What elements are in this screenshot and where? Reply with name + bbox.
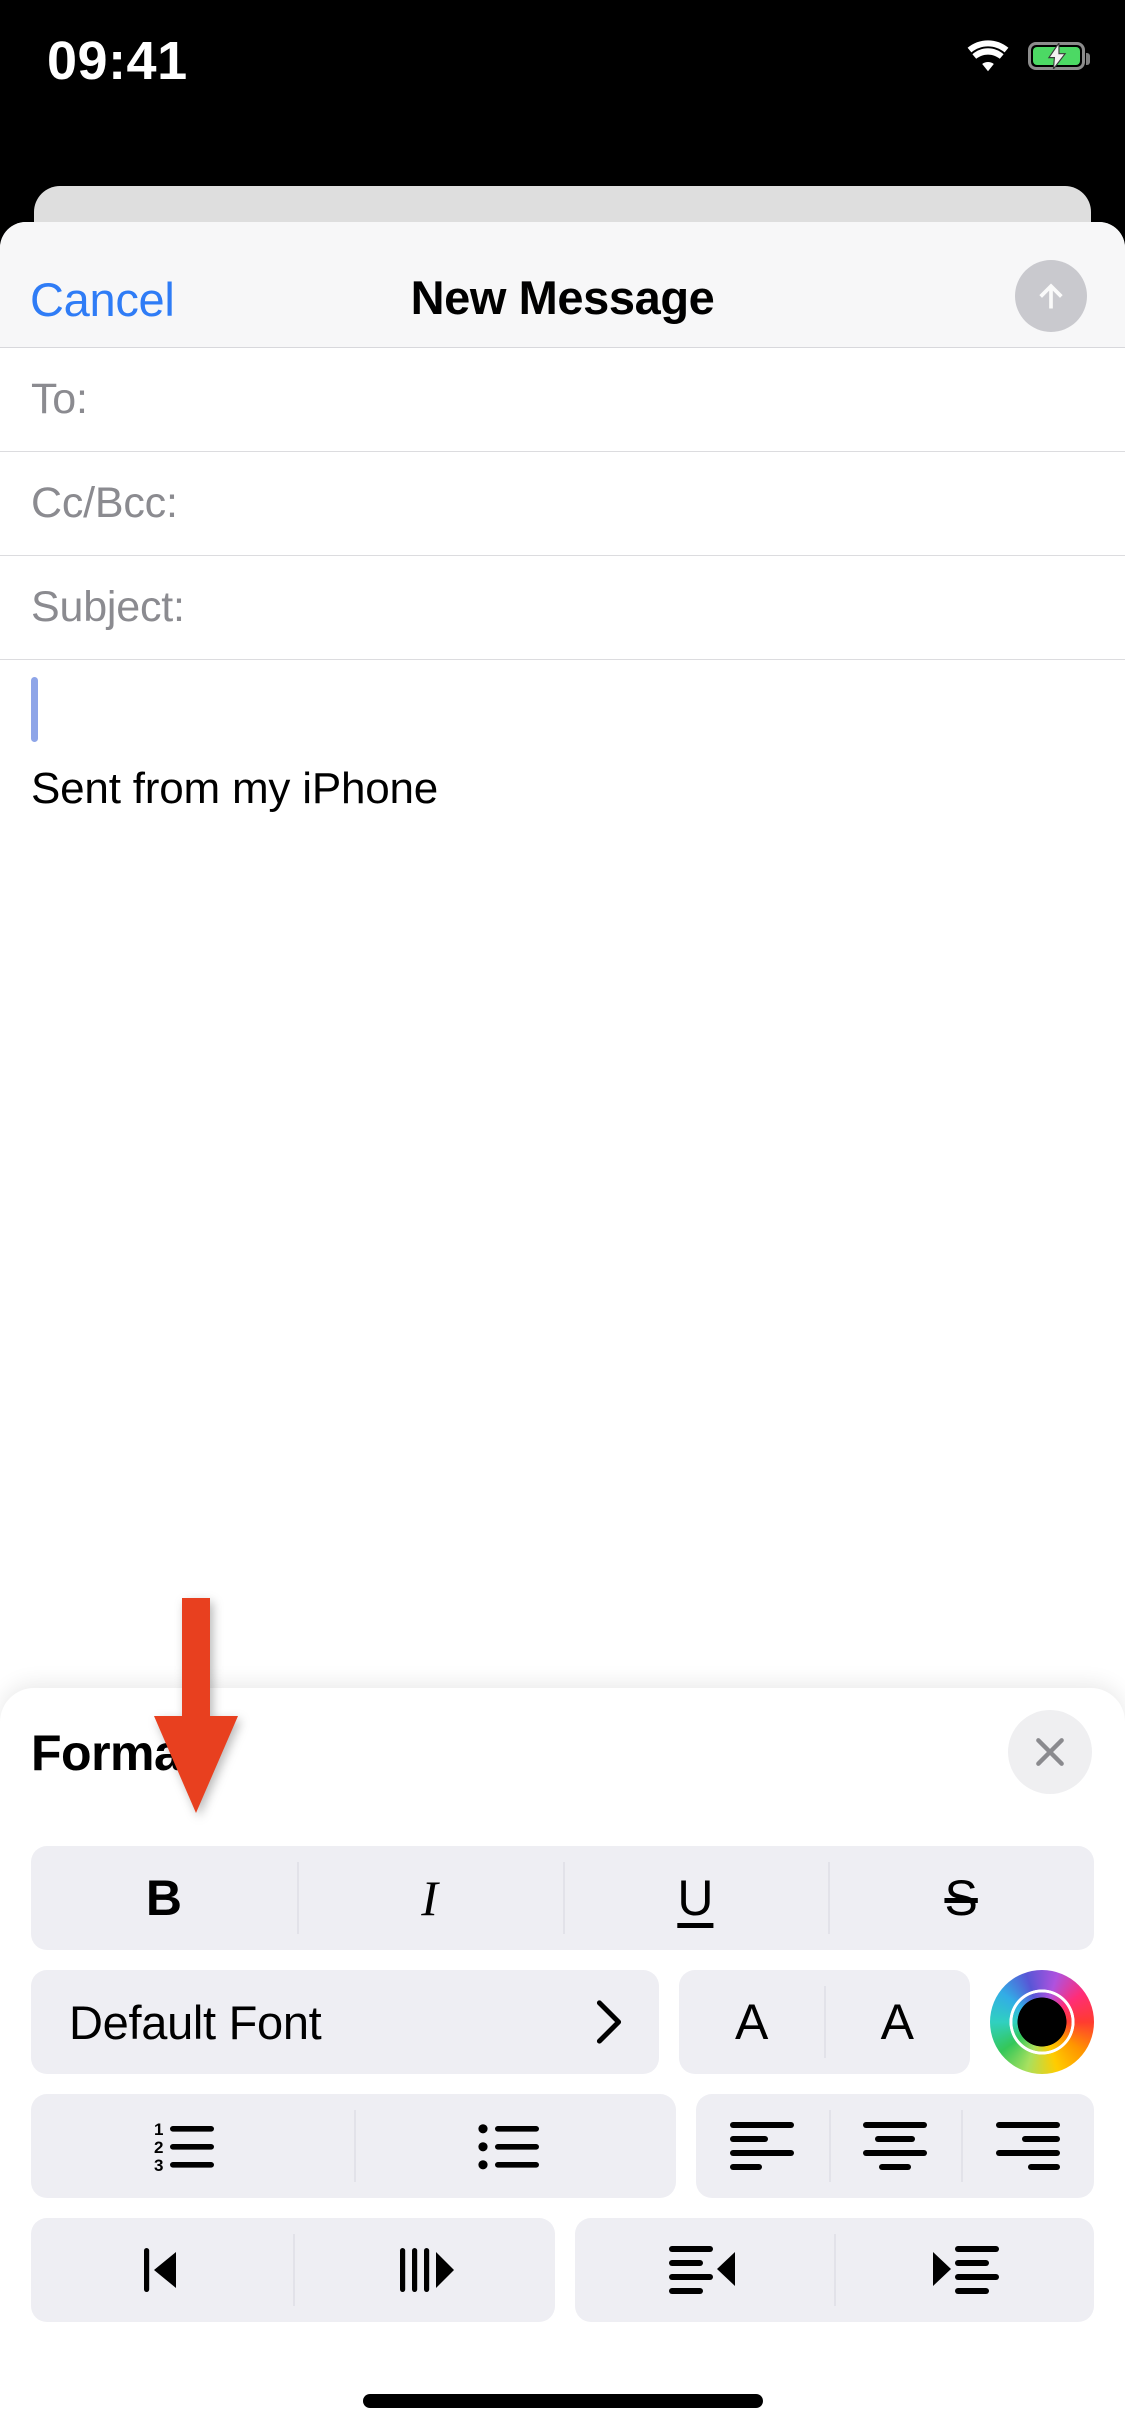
svg-text:1: 1 — [154, 2120, 163, 2139]
alignment-segmented-control — [696, 2094, 1094, 2198]
close-format-panel-button[interactable] — [1008, 1710, 1092, 1794]
wifi-icon — [967, 40, 1009, 72]
text-direction-segmented-control — [31, 2218, 555, 2322]
align-right-button[interactable] — [961, 2094, 1094, 2198]
text-style-segmented-control: B I U S — [31, 1846, 1094, 1950]
text-direction-ltr-button[interactable] — [292, 2218, 555, 2322]
bold-icon: B — [145, 1870, 182, 1926]
text-direction-rtl-button[interactable] — [31, 2218, 293, 2322]
list-and-align-row: 1 2 3 — [31, 2094, 1094, 2198]
message-body[interactable]: Sent from my iPhone — [0, 660, 1125, 1380]
direction-and-indent-row — [31, 2218, 1094, 2322]
home-indicator — [362, 2394, 763, 2408]
battery-charging-icon — [1028, 42, 1090, 70]
align-right-icon — [995, 2122, 1060, 2170]
bulleted-list-button[interactable] — [353, 2094, 677, 2198]
decrease-indent-button[interactable] — [575, 2218, 835, 2322]
page-title: New Message — [410, 271, 715, 324]
to-field-label: To: — [31, 375, 88, 423]
arrow-up-icon — [1039, 283, 1063, 309]
text-direction-rtl-icon — [143, 2248, 176, 2292]
cc-bcc-field[interactable]: Cc/Bcc: — [0, 452, 1125, 556]
strikethrough-icon: S — [944, 1870, 978, 1926]
italic-button[interactable]: I — [296, 1846, 563, 1950]
bulleted-list-icon — [478, 2124, 539, 2170]
align-left-icon — [730, 2122, 795, 2170]
bold-button[interactable]: B — [31, 1846, 297, 1950]
text-direction-ltr-icon — [399, 2248, 454, 2292]
color-wheel-button[interactable] — [990, 1970, 1094, 2074]
compose-sheet: Cancel New Message To: Cc/Bcc: Subject: — [0, 222, 1125, 2436]
decrease-indent-icon — [669, 2246, 736, 2294]
underline-icon: U — [677, 1870, 714, 1926]
svg-text:3: 3 — [154, 2156, 163, 2174]
chevron-right-icon — [595, 1999, 623, 2045]
svg-text:2: 2 — [154, 2138, 163, 2157]
close-icon — [1036, 1738, 1064, 1766]
indent-segmented-control — [574, 2218, 1094, 2322]
decrease-font-size-button[interactable]: A — [679, 1970, 825, 2074]
status-bar-indicators — [964, 38, 1090, 74]
navigation-bar: Cancel New Message — [0, 222, 1125, 348]
status-bar: 09:41 — [0, 0, 1125, 132]
increase-indent-icon — [933, 2246, 1000, 2294]
default-font-button[interactable]: Default Font — [31, 1970, 659, 2074]
small-a-icon: A — [735, 1994, 769, 2050]
align-center-button[interactable] — [828, 2094, 962, 2198]
text-cursor — [31, 677, 38, 742]
numbered-list-icon: 1 2 3 — [154, 2120, 215, 2174]
font-name-label: Default Font — [69, 1995, 322, 2049]
to-field[interactable]: To: — [0, 348, 1125, 452]
increase-font-size-button[interactable]: A — [824, 1970, 970, 2074]
status-bar-time: 09:41 — [47, 31, 188, 91]
align-left-button[interactable] — [696, 2094, 829, 2198]
italic-icon: I — [421, 1870, 438, 1926]
annotation-arrow-icon — [154, 1598, 238, 1813]
underline-button[interactable]: U — [562, 1846, 829, 1950]
font-row: Default Font A A — [31, 1970, 1094, 2074]
recipient-fields: To: Cc/Bcc: Subject: — [0, 348, 1125, 660]
align-center-icon — [863, 2122, 927, 2170]
charging-bolt-icon — [1047, 43, 1066, 69]
subject-field[interactable]: Subject: — [0, 556, 1125, 660]
strikethrough-button[interactable]: S — [828, 1846, 1094, 1950]
list-segmented-control: 1 2 3 — [31, 2094, 676, 2198]
cc-bcc-field-label: Cc/Bcc: — [31, 479, 178, 527]
numbered-list-button[interactable]: 1 2 3 — [31, 2094, 354, 2198]
text-style-row: B I U S — [31, 1846, 1094, 1950]
font-size-segmented-control: A A — [678, 1970, 970, 2074]
increase-indent-button[interactable] — [834, 2218, 1094, 2322]
send-button[interactable] — [1015, 260, 1087, 332]
iphone-screen: 09:41 Cancel New Message To: Cc/Bcc: Sub… — [0, 0, 1125, 2436]
subject-field-label: Subject: — [31, 583, 185, 631]
signature-text: Sent from my iPhone — [31, 764, 439, 813]
large-a-icon: A — [880, 1994, 914, 2050]
